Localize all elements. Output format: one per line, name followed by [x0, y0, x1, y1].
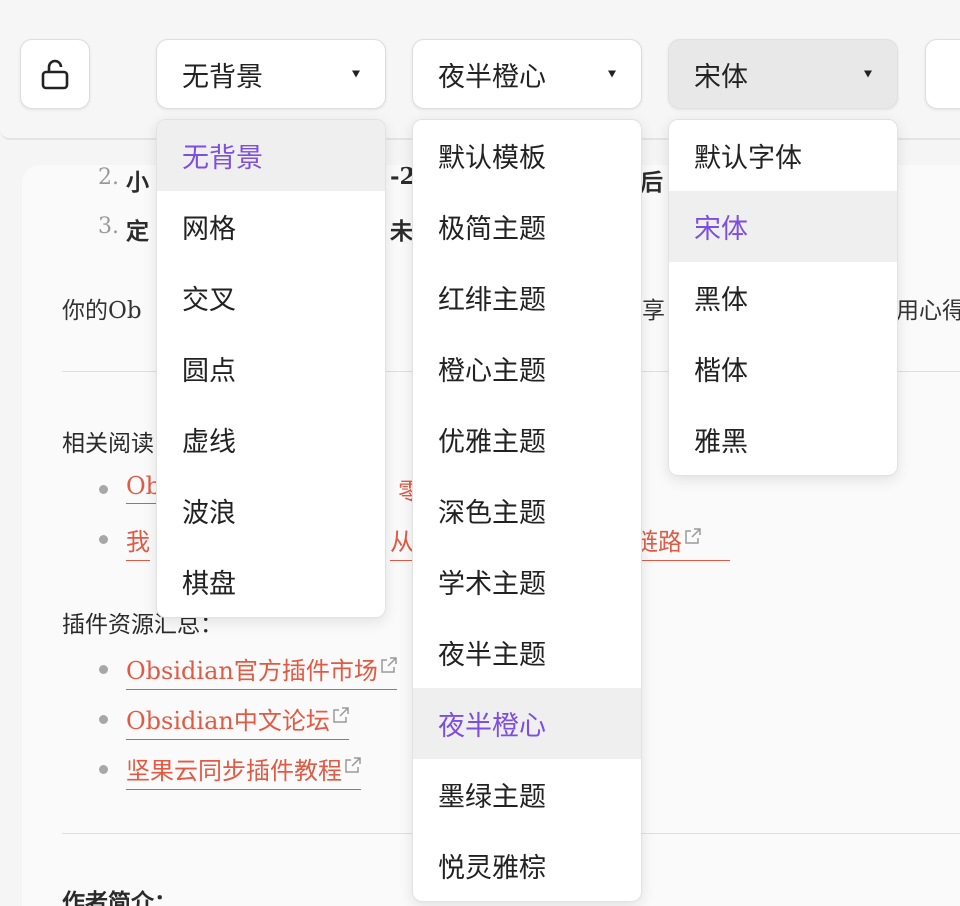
menu-item-background[interactable]: 网格 — [157, 191, 385, 262]
chevron-down-icon — [352, 70, 360, 78]
font-menu: 默认字体 宋体 黑体 楷体 雅黑 — [668, 119, 898, 476]
menu-item-theme[interactable]: 悦灵雅棕 — [413, 830, 641, 901]
theme-menu: 默认模板 极简主题 红绯主题 橙心主题 优雅主题 深色主题 学术主题 夜半主题 … — [412, 119, 642, 902]
bullet — [99, 485, 108, 494]
menu-item-font[interactable]: 雅黑 — [669, 404, 897, 475]
theme-select-value: 夜半橙心 — [438, 61, 546, 93]
font-select[interactable]: 宋体 — [668, 39, 898, 109]
menu-item-font[interactable]: 黑体 — [669, 262, 897, 333]
menu-item-background[interactable]: 波浪 — [157, 475, 385, 546]
menu-item-theme[interactable]: 优雅主题 — [413, 404, 641, 475]
list-number: 2. — [98, 165, 119, 190]
list-number: 3. — [98, 214, 119, 239]
list-item-text: 后 — [640, 169, 663, 196]
author-intro-label: 作者简介： — [62, 889, 177, 906]
bullet — [99, 665, 108, 674]
menu-item-background[interactable]: 棋盘 — [157, 546, 385, 617]
plugin-link[interactable]: Obsidian官方插件市场 — [126, 651, 397, 690]
menu-item-theme[interactable]: 夜半主题 — [413, 617, 641, 688]
unlock-icon — [41, 59, 69, 90]
menu-item-background[interactable]: 虚线 — [157, 404, 385, 475]
menu-item-background[interactable]: 交叉 — [157, 262, 385, 333]
menu-item-font[interactable]: 默认字体 — [669, 120, 897, 191]
plugin-link[interactable]: 坚果云同步插件教程 — [126, 751, 361, 790]
menu-item-background[interactable]: 无背景 — [157, 120, 385, 191]
background-select-value: 无背景 — [182, 61, 263, 93]
menu-item-theme[interactable]: 学术主题 — [413, 546, 641, 617]
menu-item-theme[interactable]: 夜半橙心 — [413, 688, 641, 759]
external-link-icon — [345, 757, 361, 773]
extra-select[interactable] — [925, 39, 960, 109]
related-link[interactable]: 我 — [126, 522, 150, 561]
external-link-icon — [381, 657, 397, 673]
menu-item-theme[interactable]: 红绯主题 — [413, 262, 641, 333]
font-select-value: 宋体 — [694, 61, 748, 93]
external-link-icon — [333, 707, 349, 723]
theme-select[interactable]: 夜半橙心 — [412, 39, 642, 109]
paragraph-text: 用心得 — [896, 298, 960, 324]
background-menu: 无背景 网格 交叉 圆点 虚线 波浪 棋盘 — [156, 119, 386, 618]
external-link-icon — [685, 528, 701, 544]
list-item-text: 未 — [390, 218, 413, 245]
menu-item-font[interactable]: 楷体 — [669, 333, 897, 404]
paragraph-text: 享 — [642, 298, 665, 324]
menu-item-theme[interactable]: 橙心主题 — [413, 333, 641, 404]
menu-item-theme[interactable]: 默认模板 — [413, 120, 641, 191]
background-select[interactable]: 无背景 — [156, 39, 386, 109]
lock-button[interactable] — [20, 39, 90, 109]
bullet — [99, 535, 108, 544]
chevron-down-icon — [608, 70, 616, 78]
menu-item-theme[interactable]: 极简主题 — [413, 191, 641, 262]
list-item-text: 定 — [126, 218, 149, 245]
menu-item-background[interactable]: 圆点 — [157, 333, 385, 404]
chevron-down-icon — [864, 70, 872, 78]
bullet — [99, 765, 108, 774]
menu-item-font[interactable]: 宋体 — [669, 191, 897, 262]
paragraph-text: 你的Ob — [62, 298, 142, 324]
list-item-text: 小 — [126, 169, 149, 196]
menu-item-theme[interactable]: 墨绿主题 — [413, 759, 641, 830]
related-reading-label: 相关阅读 — [62, 431, 154, 457]
bullet — [99, 715, 108, 724]
menu-item-theme[interactable]: 深色主题 — [413, 475, 641, 546]
plugin-link[interactable]: Obsidian中文论坛 — [126, 701, 349, 740]
